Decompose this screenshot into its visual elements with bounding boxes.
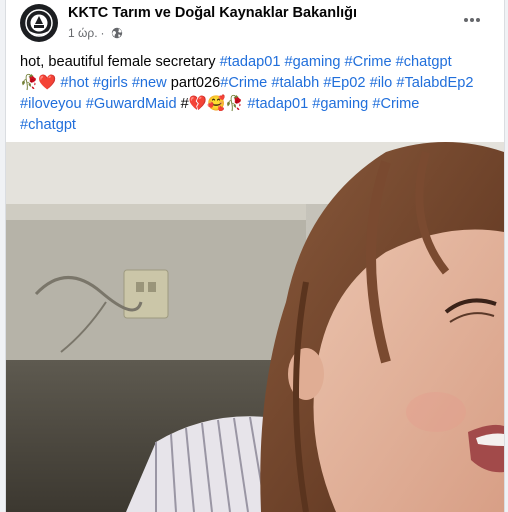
hashtag-link[interactable]: #Ep02 [323, 75, 365, 91]
post-text-line-3: #iloveyou #GuwardMaid #💔🥰🥀 #tadap01 #gam… [20, 94, 496, 115]
post-meta: 1 ώρ. · [68, 26, 123, 40]
hashtag-link[interactable]: #talabh [271, 75, 319, 91]
post-text: hot, beautiful female secretary #tadap01… [20, 52, 496, 136]
post-card: KKTC Tarım ve Doğal Kaynaklar Bakanlığı … [5, 0, 505, 512]
hashtag-link[interactable]: #TalabdEp2 [396, 75, 473, 91]
globe-icon[interactable] [111, 27, 123, 39]
post-text-line-2: 🥀❤️ #hot #girls #new part026#Crime #tala… [20, 73, 496, 94]
hashtag-link[interactable]: #Crime [345, 54, 392, 70]
hashtag-link[interactable]: #iloveyou [20, 96, 82, 112]
post-video[interactable] [6, 142, 504, 512]
hashtag-link[interactable]: #ilo [370, 75, 393, 91]
more-options-button[interactable] [460, 10, 484, 30]
caption-text: # [180, 96, 189, 112]
smiling-face-hearts-emoji: 🥰 [206, 96, 226, 112]
meta-separator: · [100, 26, 105, 40]
hashtag-link[interactable]: #tadap01 [247, 96, 308, 112]
hashtag-link[interactable]: #GuwardMaid [86, 96, 177, 112]
rose-emoji: 🥀 [225, 96, 244, 112]
page-avatar[interactable] [20, 4, 58, 42]
hashtag-link[interactable]: #girls [93, 75, 128, 91]
hashtag-link[interactable]: #Crime [372, 96, 419, 112]
broken-heart-emoji: 💔 [188, 96, 207, 112]
hashtag-link[interactable]: #gaming [312, 96, 368, 112]
post-text-line-1: hot, beautiful female secretary #tadap01… [20, 52, 496, 73]
hashtag-link[interactable]: #chatgpt [20, 117, 76, 133]
caption-text: hot, beautiful female secretary [20, 54, 220, 70]
post-text-line-4: #chatgpt [20, 115, 496, 136]
hashtag-link[interactable]: #gaming [285, 54, 341, 70]
hashtag-link[interactable]: #tadap01 [220, 54, 281, 70]
hashtag-link[interactable]: #hot [60, 75, 88, 91]
hashtag-link[interactable]: #new [132, 75, 167, 91]
ministry-logo-icon [22, 6, 56, 40]
video-frame-image [6, 142, 504, 512]
page-name-link[interactable]: KKTC Tarım ve Doğal Kaynaklar Bakanlığı [68, 5, 357, 21]
rose-emoji: 🥀 [20, 75, 39, 91]
caption-text: part026 [170, 75, 221, 91]
post-timestamp[interactable]: 1 ώρ. [68, 26, 98, 40]
hashtag-link[interactable]: #chatgpt [396, 54, 452, 70]
hashtag-link[interactable]: #Crime [220, 75, 267, 91]
post-header: KKTC Tarım ve Doğal Kaynaklar Bakanlığı … [6, 0, 504, 44]
heart-emoji: ❤️ [38, 75, 57, 91]
more-dots-icon [464, 18, 480, 22]
